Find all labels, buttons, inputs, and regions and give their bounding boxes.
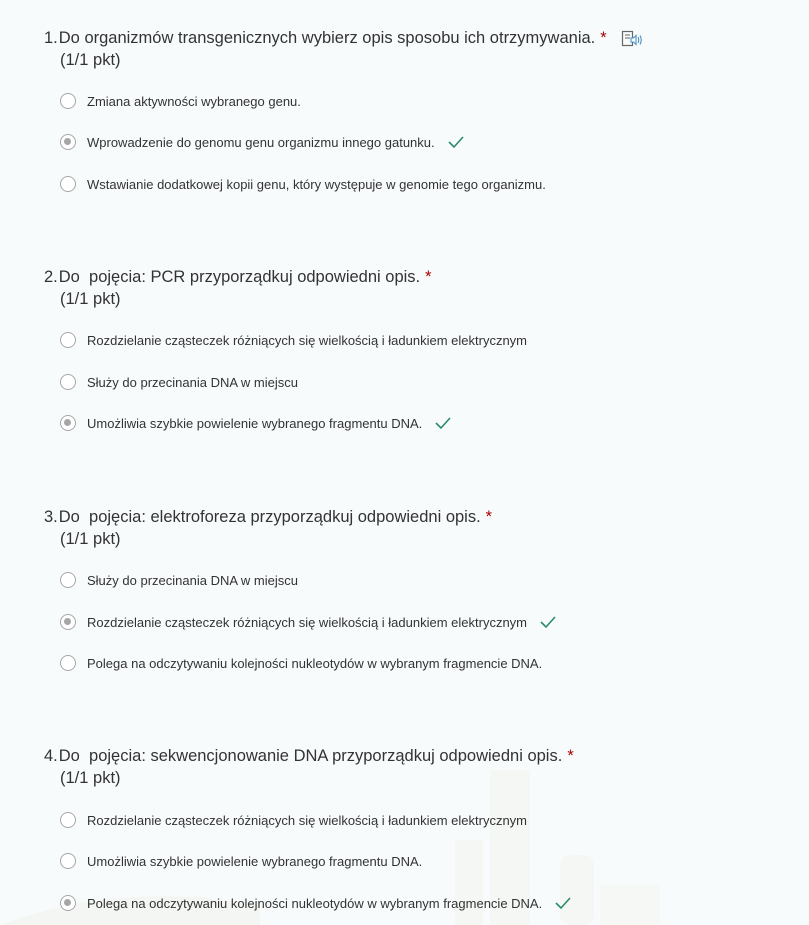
option-radio[interactable]: Umożliwia szybkie powielenie wybranego f… xyxy=(60,850,422,872)
question-text: Do organizmów transgenicznych wybierz op… xyxy=(58,29,596,47)
question-4: 4. Do pojęcia: sekwencjonowanie DNA przy… xyxy=(44,745,784,911)
option-radio[interactable]: Rozdzielanie cząsteczek różniących się w… xyxy=(60,329,527,351)
question-text: Do pojęcia: sekwencjonowanie DNA przypor… xyxy=(58,747,563,765)
option-radio-selected[interactable]: Polega na odczytywaniu kolejności nukleo… xyxy=(60,892,572,914)
option-label: Wstawianie dodatkowej kopii genu, który … xyxy=(87,176,546,192)
question-number: 1. xyxy=(44,29,58,47)
option-radio[interactable]: Służy do przecinania DNA w miejscu xyxy=(60,371,298,393)
option-label: Rozdzielanie cząsteczek różniących się w… xyxy=(87,614,528,630)
question-title: 1. Do organizmów transgenicznych wybierz… xyxy=(44,27,784,49)
option-label: Służy do przecinania DNA w miejscu xyxy=(87,374,298,390)
question-points: (1/1 pkt) xyxy=(60,51,121,69)
option-label: Rozdzielanie cząsteczek różniących się w… xyxy=(87,332,528,348)
option-radio-selected[interactable]: Wprowadzenie do genomu genu organizmu in… xyxy=(60,131,465,153)
immersive-reader-icon[interactable] xyxy=(621,29,643,49)
option-radio[interactable]: Służy do przecinania DNA w miejscu xyxy=(60,569,298,591)
option-label: Wprowadzenie do genomu genu organizmu in… xyxy=(87,134,435,150)
question-number: 4. xyxy=(44,747,58,765)
checkmark-icon xyxy=(555,897,571,910)
radio-button-checked[interactable] xyxy=(60,415,76,431)
option-label: Polega na odczytywaniu kolejności nukleo… xyxy=(87,655,543,671)
option-radio[interactable]: Zmiana aktywności wybranego genu. xyxy=(60,90,301,112)
radio-button[interactable] xyxy=(60,812,76,828)
option-radio[interactable]: Rozdzielanie cząsteczek różniących się w… xyxy=(60,809,527,831)
question-1: 1. Do organizmów transgenicznych wybierz… xyxy=(44,27,784,192)
checkmark-icon xyxy=(435,417,451,430)
radio-button-checked[interactable] xyxy=(60,134,76,150)
option-radio[interactable]: Polega na odczytywaniu kolejności nukleo… xyxy=(60,652,542,674)
question-number: 2. xyxy=(44,268,58,286)
required-asterisk: * xyxy=(567,747,574,765)
required-asterisk: * xyxy=(600,29,607,47)
radio-button[interactable] xyxy=(60,93,76,109)
option-label: Rozdzielanie cząsteczek różniących się w… xyxy=(87,812,528,828)
checkmark-icon xyxy=(448,136,464,149)
required-asterisk: * xyxy=(485,508,493,526)
question-points: (1/1 pkt) xyxy=(60,290,121,308)
question-title: 3. Do pojęcia: elektroforeza przyporządk… xyxy=(44,506,784,528)
radio-button[interactable] xyxy=(60,374,76,390)
option-radio[interactable]: Wstawianie dodatkowej kopii genu, który … xyxy=(60,173,546,195)
required-asterisk: * xyxy=(425,268,432,286)
question-3: 3. Do pojęcia: elektroforeza przyporządk… xyxy=(44,506,784,671)
option-radio-selected[interactable]: Umożliwia szybkie powielenie wybranego f… xyxy=(60,412,452,434)
question-points: (1/1 pkt) xyxy=(60,530,121,548)
question-text: Do pojęcia: PCR przyporządkuj odpowiedni… xyxy=(58,268,421,286)
question-title: 4. Do pojęcia: sekwencjonowanie DNA przy… xyxy=(44,745,784,767)
checkmark-icon xyxy=(540,616,556,629)
option-label: Umożliwia szybkie powielenie wybranego f… xyxy=(87,415,423,431)
radio-button-checked[interactable] xyxy=(60,895,76,911)
question-number: 3. xyxy=(44,508,58,526)
option-label: Zmiana aktywności wybranego genu. xyxy=(87,93,301,109)
question-points: (1/1 pkt) xyxy=(60,769,121,787)
option-radio-selected[interactable]: Rozdzielanie cząsteczek różniących się w… xyxy=(60,611,557,633)
radio-button-checked[interactable] xyxy=(60,614,76,630)
radio-button[interactable] xyxy=(60,332,76,348)
option-label: Umożliwia szybkie powielenie wybranego f… xyxy=(87,853,423,869)
question-text: Do pojęcia: elektroforeza przyporządkuj … xyxy=(58,508,481,526)
radio-button[interactable] xyxy=(60,853,76,869)
question-2: 2. Do pojęcia: PCR przyporządkuj odpowie… xyxy=(44,266,784,431)
radio-button[interactable] xyxy=(60,655,76,671)
option-label: Służy do przecinania DNA w miejscu xyxy=(87,572,298,588)
radio-button[interactable] xyxy=(60,176,76,192)
radio-button[interactable] xyxy=(60,572,76,588)
option-label: Polega na odczytywaniu kolejności nukleo… xyxy=(87,895,543,911)
question-title: 2. Do pojęcia: PCR przyporządkuj odpowie… xyxy=(44,266,784,288)
